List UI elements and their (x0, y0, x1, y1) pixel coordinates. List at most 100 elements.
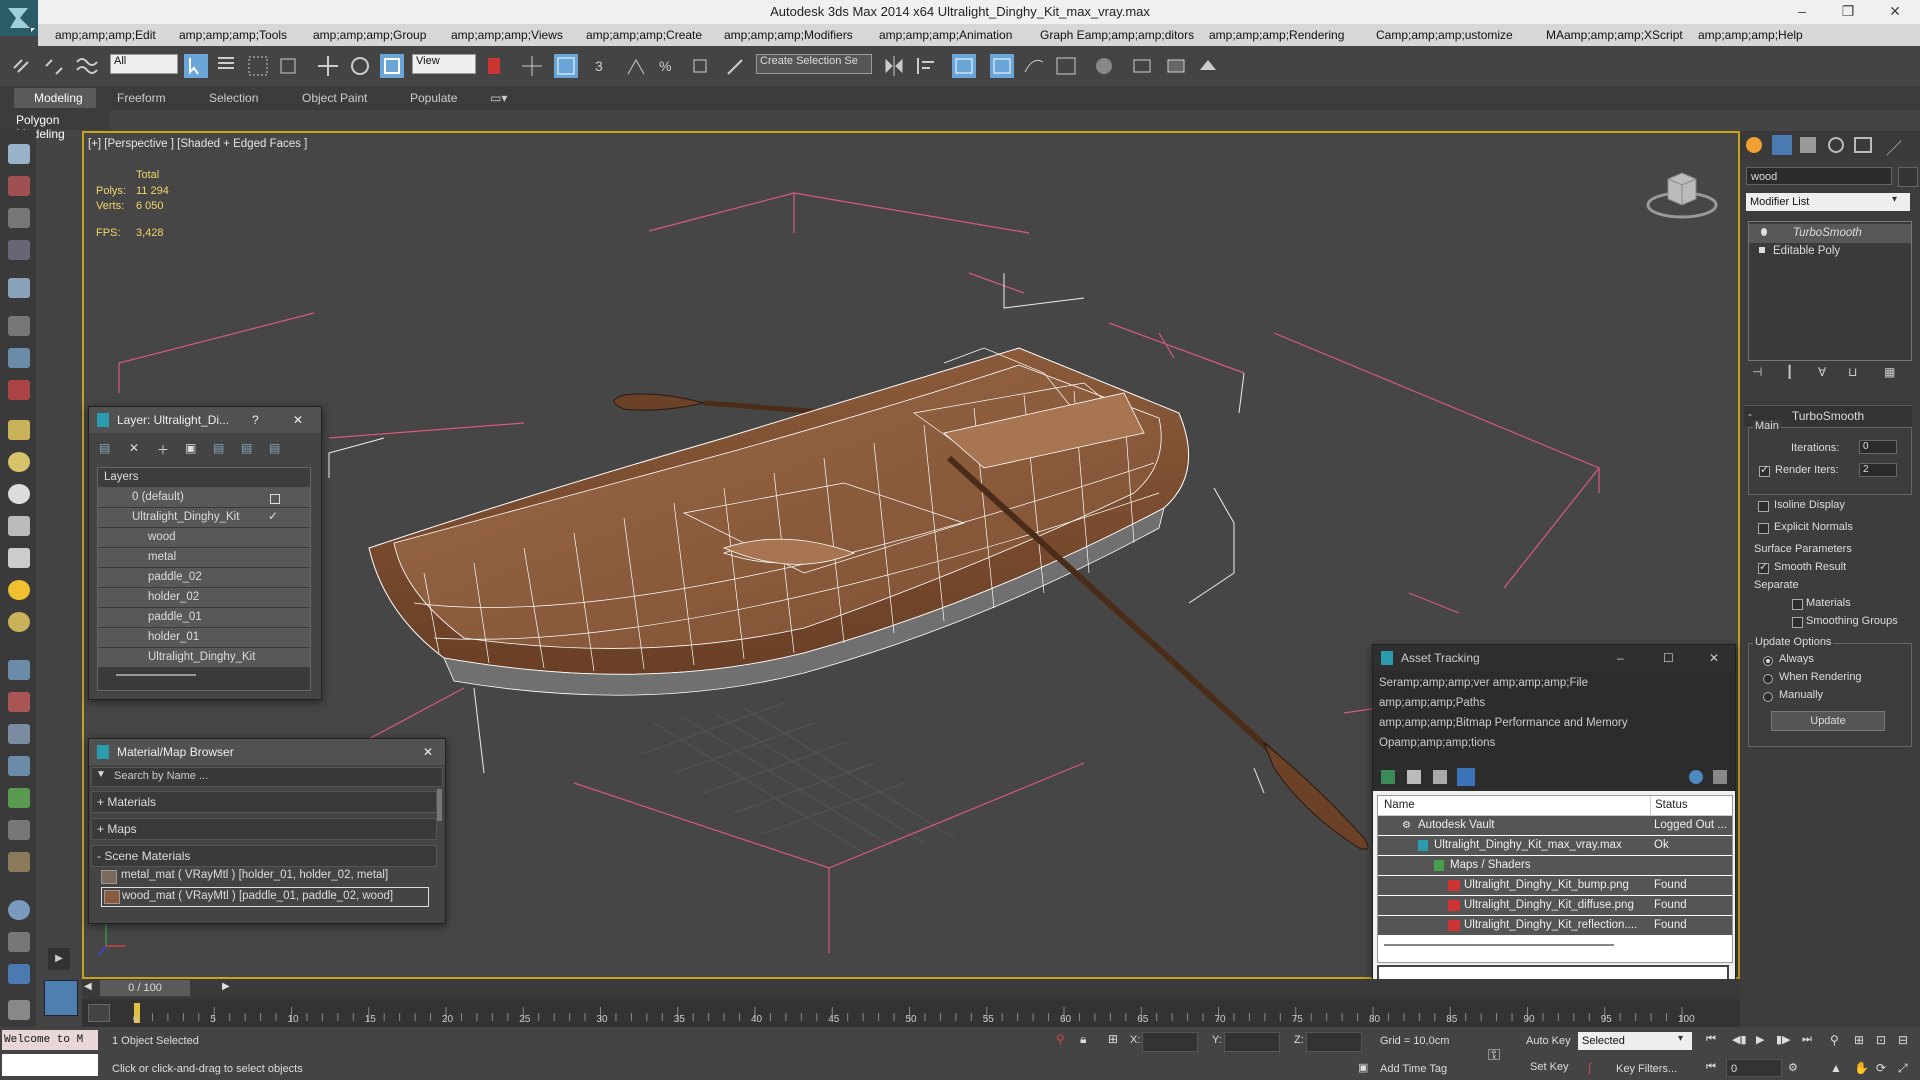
help-icon[interactable] (1689, 770, 1703, 784)
pan-icon[interactable]: ✋ (1854, 1061, 1869, 1075)
selection-filter-dropdown[interactable]: All (110, 54, 178, 74)
menu-rendering[interactable]: amp;amp;amp;Rendering (1209, 28, 1344, 42)
select-by-name-icon[interactable] (214, 54, 238, 78)
asset-maximize-button[interactable]: ☐ (1663, 645, 1674, 671)
search-dropdown-icon[interactable]: ▼ (96, 769, 106, 780)
when-rendering-radio[interactable] (1763, 674, 1773, 684)
lightbulb-icon[interactable] (1761, 228, 1767, 236)
render-frame-icon[interactable] (8, 964, 30, 984)
key-mode-dropdown[interactable]: Selected (1578, 1032, 1692, 1050)
zoom-all-icon[interactable]: ⊞ (1854, 1033, 1864, 1047)
layer-manager-icon[interactable] (952, 54, 976, 78)
keyboard-shortcut-icon[interactable] (554, 54, 578, 78)
material-editor-icon[interactable] (1092, 54, 1116, 78)
chevron-down-icon[interactable]: ▾ (1678, 1033, 1683, 1044)
modify-tab-icon[interactable] (1772, 135, 1792, 155)
expand-icon[interactable] (1759, 247, 1765, 253)
set-key-button[interactable]: Set Key (1530, 1061, 1569, 1073)
object-color-swatch[interactable] (1898, 167, 1918, 187)
object-name-field[interactable]: wood (1746, 167, 1892, 185)
next-frame-icon[interactable]: ▶ (222, 981, 230, 992)
add-time-tag[interactable]: Add Time Tag (1380, 1063, 1447, 1075)
isolate-icon[interactable]: ⚲ (1056, 1032, 1065, 1046)
select-object-icon[interactable] (184, 54, 208, 78)
next-key-icon[interactable]: ▮▶ (1776, 1033, 1791, 1046)
layer-item[interactable]: paddle_01 (98, 608, 310, 627)
align-icon[interactable] (914, 54, 938, 78)
freeze-all-icon[interactable]: ▤ (269, 441, 280, 455)
material-row-selected[interactable]: wood_mat ( VRayMtl ) [paddle_01, paddle_… (101, 887, 429, 907)
mini-viewport-icon[interactable] (44, 980, 78, 1016)
bind-spacewarp-icon[interactable] (74, 54, 98, 78)
manipulate-icon[interactable] (520, 54, 544, 78)
manually-radio[interactable] (1763, 692, 1773, 702)
layer-item[interactable]: holder_02 (98, 588, 310, 607)
motion-tab-icon[interactable] (1828, 137, 1844, 153)
pivot-icon[interactable] (482, 54, 506, 78)
key-mode-icon[interactable]: ⏮ (1706, 1061, 1716, 1074)
rect-selection-icon[interactable] (246, 54, 270, 78)
materials-section[interactable]: + Materials (91, 791, 437, 813)
rotate-icon[interactable] (348, 54, 372, 78)
zoom-icon[interactable]: ⚲ (1830, 1033, 1839, 1047)
active-layer-check-icon[interactable]: ✓ (268, 509, 278, 523)
zoom-extents-icon[interactable]: ⊡ (1876, 1033, 1886, 1047)
percent-snap-icon[interactable]: % (656, 54, 680, 78)
chevron-down-icon[interactable]: ▾ (1892, 194, 1897, 205)
menu-animation[interactable]: amp;amp;amp;Animation (879, 28, 1012, 42)
modifier-list-dropdown[interactable]: Modifier List (1746, 193, 1910, 211)
layer-item[interactable]: Ultralight_Dinghy_Kit (98, 648, 310, 667)
schematic-view-icon[interactable] (1054, 54, 1078, 78)
select-in-layer-icon[interactable]: ▣ (185, 441, 196, 455)
ribbon-toggle-icon[interactable] (990, 54, 1014, 78)
curve-icon[interactable]: ∫ (1588, 1061, 1591, 1075)
explicit-normals-checkbox[interactable] (1758, 523, 1769, 534)
tape-icon[interactable] (8, 852, 30, 872)
prev-frame-icon[interactable]: ◀ (84, 981, 92, 992)
named-selection-set-dropdown[interactable]: Create Selection Se (756, 54, 872, 74)
sky-icon[interactable] (8, 278, 30, 298)
lock-icon[interactable]: 🔒︎ (1080, 1032, 1086, 1047)
app-logo-icon[interactable] (0, 0, 38, 36)
key-filters-button[interactable]: Key Filters... (1616, 1063, 1677, 1075)
tab-object-paint[interactable]: Object Paint (302, 91, 367, 105)
refresh-icon[interactable] (1381, 770, 1395, 784)
ribbon-options-icon[interactable]: ▭▾ (490, 91, 507, 105)
render-iters-checkbox[interactable] (1759, 463, 1770, 477)
maximize-viewport-icon[interactable]: ⤢ (1898, 1061, 1908, 1076)
table-row[interactable]: Maps / Shaders (1378, 856, 1732, 875)
cone-icon[interactable] (8, 548, 30, 568)
render-setup-icon-2[interactable] (8, 380, 30, 400)
material-search-input[interactable]: Search by Name ... (114, 770, 208, 782)
mirror-icon[interactable] (882, 54, 906, 78)
z-field[interactable] (1306, 1032, 1362, 1052)
goto-start-icon[interactable]: ⏮ (1706, 1033, 1716, 1046)
tab-selection[interactable]: Selection (209, 91, 258, 105)
menu-graph-editors[interactable]: Graph Eamp;amp;amp;ditors (1040, 28, 1194, 42)
helper-icon[interactable] (8, 348, 30, 368)
delete-layer-icon[interactable]: ✕ (129, 441, 139, 455)
asset-close-button[interactable]: ✕ (1709, 645, 1719, 671)
update-button[interactable]: Update (1771, 711, 1885, 731)
asset-menu-options[interactable]: Opamp;amp;amp;tions (1379, 737, 1495, 749)
material-row[interactable]: metal_mat ( VRayMtl ) [holder_01, holder… (101, 866, 437, 886)
layer-help-button[interactable]: ? (252, 407, 259, 433)
render-production-icon[interactable] (1196, 54, 1220, 78)
material-icon[interactable] (8, 612, 30, 632)
isoline-checkbox[interactable] (1758, 501, 1769, 512)
move-icon[interactable] (316, 54, 340, 78)
menu-maxscript[interactable]: MAamp;amp;amp;XScript (1546, 28, 1683, 42)
absolute-mode-icon[interactable]: ⊞ (1108, 1032, 1118, 1046)
plane-icon[interactable] (8, 420, 30, 440)
dynamics-icon[interactable] (8, 692, 30, 712)
hf-icon[interactable] (8, 820, 30, 840)
menu-modifiers[interactable]: amp;amp;amp;Modifiers (724, 28, 853, 42)
angle-snap-icon[interactable] (624, 54, 648, 78)
misc-icon[interactable] (8, 1000, 30, 1020)
current-layer-icon[interactable] (270, 494, 280, 504)
new-layer-icon[interactable]: ▤ (99, 441, 110, 455)
make-unique-icon[interactable]: ∀ (1818, 365, 1826, 379)
link-icon[interactable] (10, 54, 34, 78)
minimize-button[interactable]: – (1787, 3, 1817, 21)
layer-item[interactable]: Ultralight_Dinghy_Kit (98, 508, 310, 527)
